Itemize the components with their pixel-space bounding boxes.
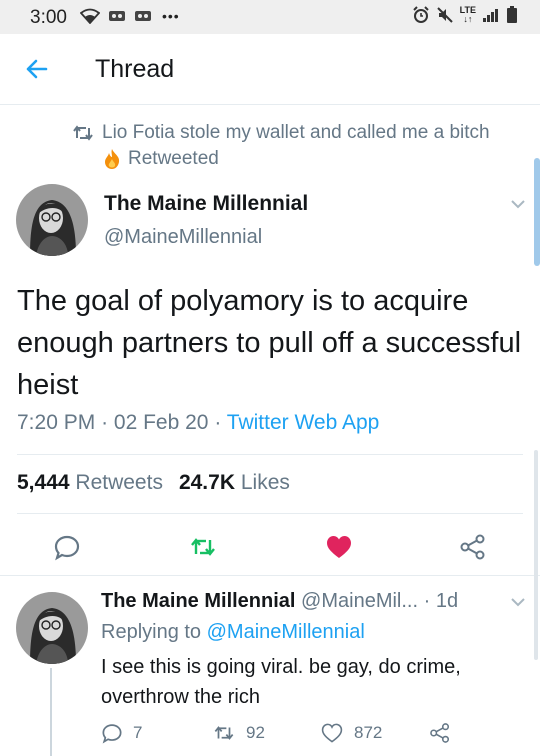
reply-icon[interactable] — [53, 533, 81, 561]
reply-actions: 7 92 872 — [0, 722, 540, 752]
alarm-icon — [412, 6, 429, 23]
tweet-actions — [0, 525, 540, 565]
divider — [0, 575, 540, 576]
retweets-count: 5,444 — [17, 471, 70, 494]
scroll-indicator — [534, 450, 538, 660]
chevron-down-icon[interactable] — [508, 594, 528, 610]
signal-icon — [483, 9, 498, 22]
share-icon[interactable] — [459, 533, 487, 561]
reply-age: 1d — [435, 590, 459, 612]
replying-to: Replying to @MaineMillennial — [101, 621, 365, 644]
reply-retweet-button[interactable]: 92 — [212, 722, 265, 744]
thread-header: Thread — [0, 34, 540, 105]
status-bar: 3:00 ••• LTE ↓↑ — [0, 0, 540, 34]
mute-icon — [436, 7, 453, 23]
tweet-stats: 5,444 Retweets 24.7K Likes — [17, 471, 290, 495]
avatar[interactable] — [16, 184, 88, 256]
reply-icon — [102, 724, 122, 744]
retweeted-label: Retweeted — [128, 148, 219, 169]
likes-count: 24.7K — [178, 471, 235, 494]
status-time: 3:00 — [30, 7, 67, 28]
likes-stat[interactable]: 24.7K Likes — [179, 471, 290, 495]
retweet-count: 92 — [246, 723, 265, 742]
author-handle[interactable]: @MaineMillennial — [104, 226, 262, 249]
author-name[interactable]: The Maine Millennial — [104, 192, 308, 216]
share-icon — [430, 723, 450, 743]
tweet-date: 02 Feb 20 — [113, 411, 209, 434]
meta-separator: · — [423, 590, 431, 612]
retweets-label: Retweets — [75, 471, 163, 494]
divider — [17, 513, 523, 514]
avatar[interactable] — [16, 592, 88, 664]
reply-share-button[interactable] — [428, 722, 452, 744]
retweet-icon — [214, 726, 234, 740]
reply-header: The Maine Millennial @MaineMil... · 1d — [101, 590, 458, 613]
retweet-icon[interactable] — [189, 533, 217, 561]
retweet-icon — [73, 125, 93, 141]
reply-text: I see this is going viral. be gay, do cr… — [101, 656, 461, 708]
notification-icons: ••• — [80, 8, 180, 24]
app-notification-icon — [135, 11, 151, 21]
meta-separator: · — [214, 411, 222, 434]
battery-icon — [507, 6, 517, 23]
reply-count: 7 — [133, 723, 143, 742]
divider — [17, 454, 523, 455]
network-type-icon: LTE ↓↑ — [459, 5, 476, 24]
meta-separator: · — [101, 411, 109, 434]
like-count: 872 — [354, 723, 383, 742]
replying-prefix: Replying to — [101, 621, 202, 643]
reply-like-button[interactable]: 872 — [320, 722, 382, 744]
wifi-icon — [80, 8, 100, 24]
heart-icon[interactable] — [325, 533, 353, 561]
reply-reply-button[interactable]: 7 — [101, 722, 142, 744]
retweets-stat[interactable]: 5,444 Retweets — [17, 471, 163, 495]
system-icons: LTE ↓↑ — [412, 6, 518, 24]
likes-label: Likes — [240, 471, 290, 494]
chevron-down-icon[interactable] — [508, 196, 528, 212]
page-title: Thread — [95, 55, 175, 83]
fire-emoji-icon — [105, 149, 120, 169]
arrow-left-icon[interactable] — [22, 54, 52, 84]
retweeter-name[interactable]: Lio Fotia stole my wallet and called me … — [102, 122, 490, 144]
app-notification-icon — [109, 11, 125, 21]
scroll-indicator — [534, 158, 540, 266]
tweet-meta: 7:20 PM · 02 Feb 20 · Twitter Web App — [17, 411, 379, 435]
tweet-time: 7:20 PM — [17, 411, 96, 434]
reply-author-name[interactable]: The Maine Millennial — [101, 590, 295, 612]
replying-mention[interactable]: @MaineMillennial — [207, 621, 365, 643]
more-notifications-icon: ••• — [162, 8, 180, 24]
heart-icon — [321, 723, 343, 743]
reply-author-handle[interactable]: @MaineMil... — [301, 590, 418, 612]
tweet-text: The goal of polyamory is to acquire enou… — [17, 285, 522, 401]
tweet-source[interactable]: Twitter Web App — [227, 411, 380, 434]
retweet-context: Lio Fotia stole my wallet and called me … — [72, 120, 532, 172]
